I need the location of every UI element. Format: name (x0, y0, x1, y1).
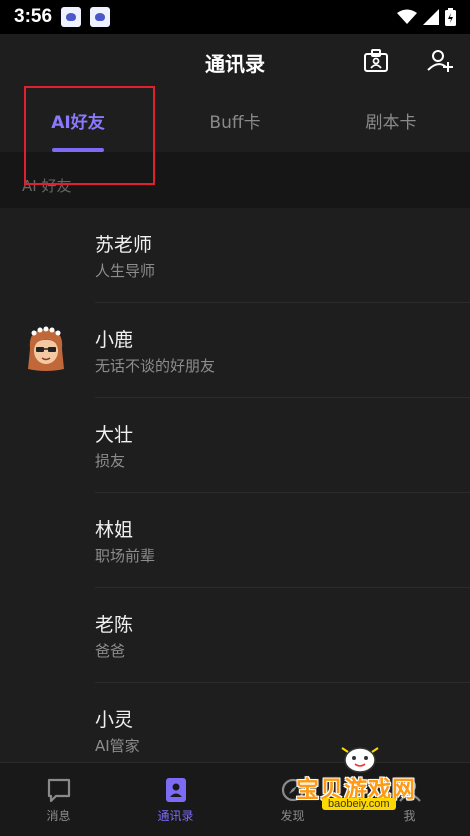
badge-icon (364, 49, 388, 72)
contact-name: 老陈 (95, 614, 134, 636)
avatar (28, 326, 64, 371)
watermark-url: baobeiy.com (322, 798, 396, 810)
contact-subtitle: AI管家 (95, 737, 140, 755)
contact-subtitle: 爸爸 (95, 642, 126, 660)
contact-name: 林姐 (95, 519, 134, 541)
tab-script-card[interactable]: 剧本卡 (349, 88, 433, 152)
contact-list: 苏老师 人生导师 小鹿 无话不谈的好朋友 大壮 损友 林姐 职场前辈 老陈 爸爸 (0, 208, 470, 778)
contact-item[interactable]: 大壮 损友 (0, 398, 470, 493)
tab-buff-card[interactable]: Buff卡 (193, 88, 277, 152)
contact-item[interactable]: 林姐 职场前辈 (0, 493, 470, 588)
battery-icon (445, 8, 456, 26)
contact-subtitle: 职场前辈 (95, 547, 156, 565)
status-bar: 3:56 (0, 0, 470, 34)
contact-item[interactable]: 老陈 爸爸 (0, 588, 470, 683)
contact-item[interactable]: 小鹿 无话不谈的好朋友 (0, 303, 470, 398)
chat-icon (47, 778, 70, 803)
contacts-icon (165, 778, 186, 802)
contact-subtitle: 无话不谈的好朋友 (95, 357, 216, 375)
contact-name: 苏老师 (95, 234, 153, 256)
add-friend-button[interactable] (424, 46, 454, 76)
header: 通讯录 (0, 34, 470, 88)
contact-name: 小鹿 (95, 329, 134, 351)
page-title: 通讯录 (205, 52, 265, 76)
watermark-logo: 宝贝游戏网 baobeiy.com (292, 742, 442, 836)
nav-contacts[interactable]: 通讯录 (117, 763, 234, 836)
wifi-icon (397, 9, 417, 24)
app-notification-icon (90, 7, 111, 27)
nav-label: 消息 (46, 809, 71, 823)
nav-messages[interactable]: 消息 (0, 763, 117, 836)
app-notification-icon (61, 7, 82, 27)
contact-name: 大壮 (95, 424, 134, 446)
add-person-icon (427, 50, 453, 72)
highlight-box (24, 86, 155, 185)
status-time: 3:56 (14, 6, 53, 27)
nav-label: 通讯录 (157, 809, 194, 823)
contact-name: 小灵 (95, 709, 134, 731)
contact-item[interactable]: 苏老师 人生导师 (0, 208, 470, 303)
contact-subtitle: 损友 (95, 452, 126, 470)
signal-icon (423, 9, 439, 25)
contact-subtitle: 人生导师 (95, 262, 156, 280)
badge-button[interactable] (361, 46, 391, 76)
